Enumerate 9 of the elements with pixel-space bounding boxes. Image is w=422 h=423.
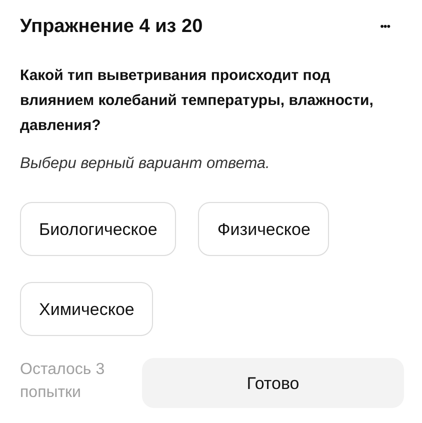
more-menu-button[interactable]: ••• [380,22,390,32]
instruction-text: Выбери верный вариант ответа. [20,154,271,174]
answer-option[interactable]: Биологическое [20,202,176,256]
attempts-left-text: Осталось 3 попытки [20,360,106,404]
question-text: Какой тип выветривания происходит под влиянием колебаний температуры, влажности, давления? [20,66,374,136]
answer-option[interactable]: Химическое [20,282,154,336]
answer-option[interactable]: Физическое [198,202,330,256]
exercise-title: Упражнение 4 из 20 [20,14,203,39]
done-button[interactable]: Готово [142,358,404,408]
